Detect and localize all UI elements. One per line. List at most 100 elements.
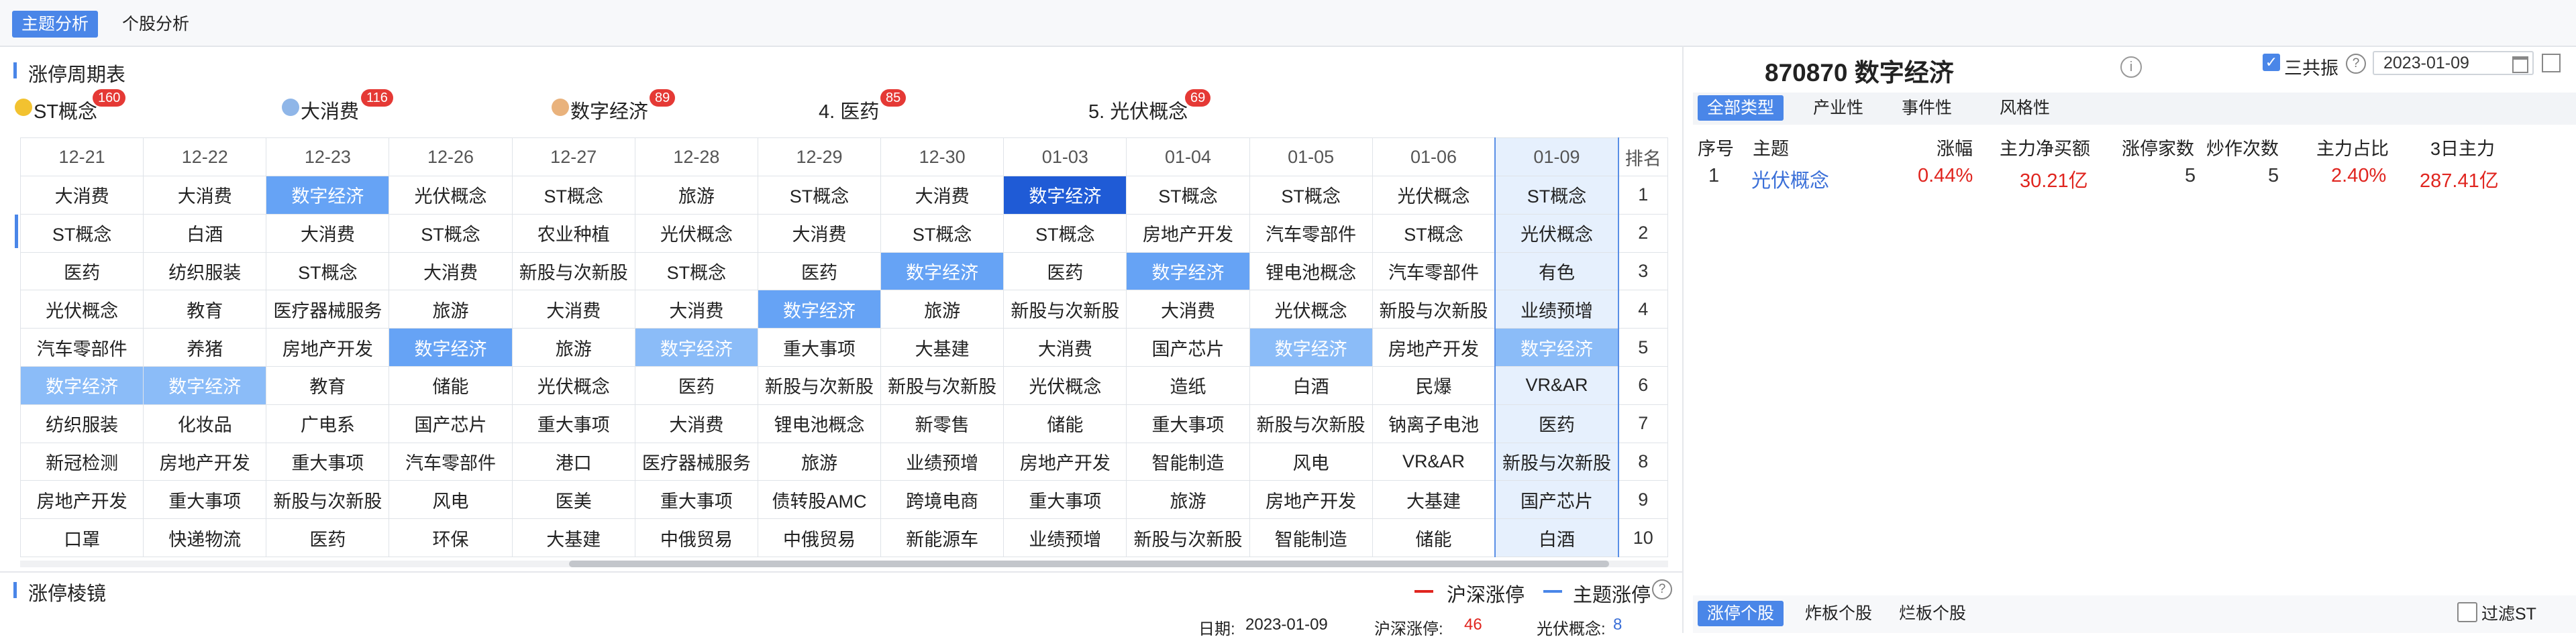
- grid-cell[interactable]: 光伏概念: [1003, 365, 1127, 405]
- grid-cell[interactable]: 大消费: [19, 176, 144, 215]
- grid-cell[interactable]: ST概念: [634, 251, 758, 291]
- grid-cell[interactable]: 白酒: [143, 213, 267, 253]
- grid-cell[interactable]: 化妆品: [143, 404, 267, 443]
- tab-stock-analysis[interactable]: 个股分析: [113, 11, 199, 38]
- date-header[interactable]: 12-26: [389, 137, 513, 176]
- grid-cell[interactable]: 国产芯片: [389, 404, 513, 443]
- grid-cell[interactable]: 光伏概念: [19, 290, 144, 329]
- tab-industry[interactable]: 产业性: [1804, 95, 1873, 121]
- legend-theme-limitup[interactable]: 主题涨停: [1573, 579, 1651, 607]
- help-icon[interactable]: ?: [2346, 54, 2366, 74]
- grid-cell[interactable]: 光伏概念: [1249, 290, 1373, 329]
- grid-cell[interactable]: 房地产开发: [1372, 328, 1496, 367]
- grid-cell[interactable]: 数字经济: [757, 290, 882, 329]
- tab-all-types[interactable]: 全部类型: [1698, 95, 1784, 121]
- grid-cell[interactable]: 业绩预增: [1494, 290, 1619, 329]
- grid-cell[interactable]: 房地产开发: [1003, 442, 1127, 481]
- grid-cell[interactable]: 医疗器械服务: [634, 442, 758, 481]
- grid-cell[interactable]: 新冠检测: [19, 442, 144, 481]
- tab-theme-analysis[interactable]: 主题分析: [12, 11, 99, 38]
- help-icon[interactable]: ?: [1652, 579, 1672, 599]
- date-header[interactable]: 12-28: [634, 137, 758, 176]
- export-icon[interactable]: [2542, 54, 2561, 72]
- grid-cell[interactable]: 智能制造: [1126, 442, 1250, 481]
- grid-cell[interactable]: 民爆: [1372, 365, 1496, 405]
- grid-cell[interactable]: ST概念: [266, 251, 390, 291]
- grid-cell[interactable]: 数字经济: [634, 328, 758, 367]
- grid-cell[interactable]: 大消费: [757, 213, 882, 253]
- legend-item-4[interactable]: 4. 医药: [819, 96, 879, 124]
- date-header[interactable]: 12-27: [511, 137, 635, 176]
- grid-cell[interactable]: 医美: [511, 480, 635, 520]
- grid-cell[interactable]: 新股与次新股: [1372, 290, 1496, 329]
- date-header-selected[interactable]: 01-09: [1494, 137, 1619, 176]
- grid-cell[interactable]: 大消费: [1126, 290, 1250, 329]
- grid-cell[interactable]: 重大事项: [634, 480, 758, 520]
- grid-cell[interactable]: 医药: [266, 518, 390, 557]
- info-icon[interactable]: i: [2120, 56, 2142, 78]
- grid-cell[interactable]: 白酒: [1494, 518, 1619, 557]
- grid-cell[interactable]: 锂电池概念: [1249, 251, 1373, 291]
- grid-cell[interactable]: 房地产开发: [143, 442, 267, 481]
- legend-item-3[interactable]: 数字经济: [570, 96, 648, 124]
- grid-cell[interactable]: 重大事项: [757, 328, 882, 367]
- grid-cell[interactable]: 光伏概念: [1494, 213, 1619, 253]
- grid-cell[interactable]: 快递物流: [143, 518, 267, 557]
- grid-cell[interactable]: 医药: [1003, 251, 1127, 291]
- grid-cell[interactable]: ST概念: [389, 213, 513, 253]
- grid-cell[interactable]: 储能: [389, 365, 513, 405]
- grid-cell[interactable]: 医药: [757, 251, 882, 291]
- tab-event[interactable]: 事件性: [1892, 95, 1961, 121]
- filter-st-checkbox[interactable]: [2457, 602, 2477, 622]
- grid-cell[interactable]: 数字经济: [1126, 251, 1250, 291]
- grid-cell[interactable]: 大基建: [880, 328, 1004, 367]
- grid-cell[interactable]: 数字经济: [266, 176, 390, 215]
- grid-cell[interactable]: 重大事项: [1126, 404, 1250, 443]
- grid-cell[interactable]: 旅游: [1126, 480, 1250, 520]
- tab-limitup-stocks[interactable]: 涨停个股: [1698, 601, 1784, 626]
- grid-cell[interactable]: 造纸: [1126, 365, 1250, 405]
- grid-cell[interactable]: 纺织服装: [143, 251, 267, 291]
- grid-cell[interactable]: 业绩预增: [880, 442, 1004, 481]
- col-header-3day-main[interactable]: 3日主力: [2430, 134, 2495, 160]
- grid-cell[interactable]: 重大事项: [511, 404, 635, 443]
- resonance-checkbox[interactable]: ✓: [2263, 54, 2280, 71]
- date-header[interactable]: 01-06: [1372, 137, 1496, 176]
- grid-cell[interactable]: 重大事项: [143, 480, 267, 520]
- grid-cell[interactable]: 汽车零部件: [1249, 213, 1373, 253]
- grid-cell[interactable]: 数字经济: [143, 365, 267, 405]
- date-header[interactable]: 12-30: [880, 137, 1004, 176]
- grid-cell[interactable]: 旅游: [389, 290, 513, 329]
- col-header-main-ratio[interactable]: 主力占比: [2316, 134, 2389, 160]
- col-header-index[interactable]: 序号: [1698, 134, 1734, 160]
- grid-cell[interactable]: 大消费: [143, 176, 267, 215]
- grid-cell[interactable]: 房地产开发: [266, 328, 390, 367]
- grid-cell[interactable]: VR&AR: [1372, 442, 1496, 481]
- grid-cell[interactable]: 新股与次新股: [1249, 404, 1373, 443]
- grid-cell[interactable]: 数字经济: [880, 251, 1004, 291]
- grid-cell[interactable]: 新股与次新股: [1126, 518, 1250, 557]
- col-header-hype-count[interactable]: 炒作次数: [2206, 134, 2279, 160]
- grid-cell[interactable]: 新股与次新股: [1003, 290, 1127, 329]
- grid-cell[interactable]: 债转股AMC: [757, 480, 882, 520]
- grid-cell[interactable]: 数字经济: [1003, 176, 1127, 215]
- grid-cell[interactable]: ST概念: [1494, 176, 1619, 215]
- grid-cell[interactable]: VR&AR: [1494, 365, 1619, 405]
- grid-cell[interactable]: ST概念: [511, 176, 635, 215]
- grid-cell[interactable]: 数字经济: [19, 365, 144, 405]
- grid-cell[interactable]: 汽车零部件: [1372, 251, 1496, 291]
- grid-cell[interactable]: 重大事项: [1003, 480, 1127, 520]
- filter-st-label[interactable]: 过滤ST: [2481, 601, 2536, 625]
- date-header[interactable]: 12-29: [757, 137, 882, 176]
- grid-cell[interactable]: 锂电池概念: [757, 404, 882, 443]
- grid-cell[interactable]: 医药: [634, 365, 758, 405]
- date-header[interactable]: 12-23: [266, 137, 390, 176]
- grid-cell[interactable]: 国产芯片: [1494, 480, 1619, 520]
- legend-item-1[interactable]: ST概念: [34, 96, 97, 124]
- grid-cell[interactable]: 大基建: [1372, 480, 1496, 520]
- tab-weak-board-stocks[interactable]: 烂板个股: [1890, 601, 1975, 626]
- row-theme-link[interactable]: 光伏概念: [1751, 165, 1829, 193]
- grid-cell[interactable]: 大基建: [511, 518, 635, 557]
- grid-cell[interactable]: 业绩预增: [1003, 518, 1127, 557]
- grid-cell[interactable]: 房地产开发: [1126, 213, 1250, 253]
